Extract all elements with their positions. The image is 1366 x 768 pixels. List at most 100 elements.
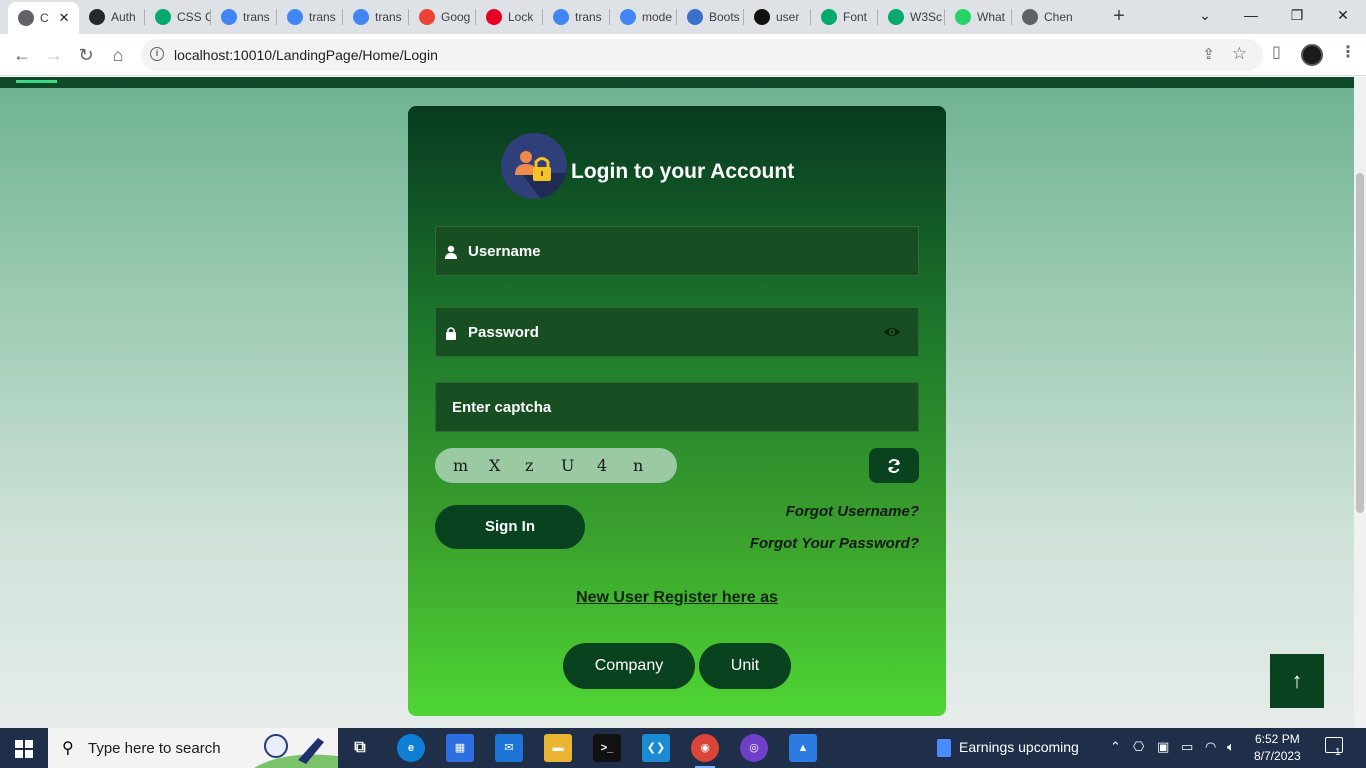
file-explorer-icon[interactable]: ▬ — [544, 734, 572, 762]
browser-tab-strip: C ✕ Auth CSS Ctrans trans trans Goog Lock trans m… — [0, 0, 1366, 34]
browser-tab[interactable]: C ✕ — [8, 2, 79, 34]
tab-title: What — [977, 10, 1006, 24]
tab-title: trans — [375, 10, 402, 24]
browser-tab[interactable]: trans — [277, 3, 343, 31]
task-view-icon[interactable]: ⧉ — [346, 734, 374, 762]
taskbar-search[interactable]: ⚲ Type here to search — [48, 728, 338, 768]
tab-title: Auth — [111, 10, 136, 24]
home-icon[interactable]: ⌂ — [106, 43, 130, 67]
scrollbar-thumb[interactable] — [1356, 173, 1364, 513]
captcha-char: n — [633, 456, 644, 475]
username-field[interactable] — [435, 226, 919, 276]
password-input[interactable] — [468, 308, 868, 356]
browser-tab[interactable]: Font — [811, 3, 878, 31]
browser-tab[interactable]: Auth — [79, 3, 145, 31]
user-icon — [445, 245, 457, 259]
news-icon — [937, 739, 951, 758]
github-desktop-icon[interactable]: ◎ — [740, 734, 768, 762]
top-nav-strip — [0, 77, 1354, 88]
browser-tab[interactable]: trans — [211, 3, 277, 31]
browser-tab[interactable]: user — [744, 3, 811, 31]
minimize-icon[interactable]: — — [1236, 4, 1266, 26]
browser-tab[interactable]: Lock — [476, 3, 543, 31]
sign-in-button[interactable]: Sign In — [435, 505, 585, 549]
restore-icon[interactable]: ❐ — [1282, 4, 1312, 26]
bookmark-star-icon[interactable]: ☆ — [1232, 44, 1247, 64]
menu-kebab-icon[interactable]: ⋮ — [1340, 42, 1356, 62]
site-info-icon[interactable]: i — [150, 47, 164, 61]
clock-date: 8/7/2023 — [1254, 749, 1301, 763]
browser-tab[interactable]: Chen — [1012, 3, 1079, 31]
browser-tab[interactable]: CSS C — [145, 3, 211, 31]
forgot-username-link[interactable]: Forgot Username? — [786, 503, 919, 520]
photos-icon[interactable]: ▲ — [789, 734, 817, 762]
captcha-char: m — [453, 456, 469, 475]
page-viewport: Login to your Account m X z U 4 n — [0, 77, 1366, 728]
taskbar-clock[interactable]: 6:52 PM 8/7/2023 — [1254, 731, 1301, 765]
volume-icon[interactable]: 🔈︎ — [1227, 739, 1235, 755]
tab-search-icon[interactable]: ⌄ — [1190, 4, 1220, 26]
taskbar-search-text[interactable]: Type here to search — [88, 740, 221, 757]
side-panel-icon[interactable]: ▯ — [1272, 42, 1281, 62]
device-icon[interactable]: ▣ — [1157, 739, 1169, 755]
w3schools-icon — [821, 9, 837, 25]
address-bar[interactable]: i localhost:10010/LandingPage/Home/Login… — [141, 39, 1263, 71]
captcha-refresh-button[interactable] — [869, 448, 919, 483]
chrome-icon[interactable]: ◉ — [691, 734, 719, 768]
tab-title: Font — [843, 10, 868, 24]
browser-tab[interactable]: trans — [543, 3, 610, 31]
terminal-icon[interactable]: >_ — [593, 734, 621, 762]
notification-count: 1 — [1335, 747, 1341, 758]
back-arrow-icon[interactable]: ← — [10, 43, 34, 67]
user-lock-icon — [501, 133, 567, 199]
forward-arrow-icon[interactable]: → — [42, 43, 66, 67]
meet-now-icon[interactable]: ⎔ — [1133, 739, 1144, 755]
register-link[interactable]: New User Register here as — [408, 589, 946, 607]
edge-icon[interactable]: e — [397, 734, 425, 762]
browser-tab[interactable]: trans — [343, 3, 409, 31]
google-lens-icon — [419, 9, 435, 25]
login-card: Login to your Account m X z U 4 n — [408, 106, 946, 716]
scroll-to-top-button[interactable]: ↑ — [1270, 654, 1324, 708]
browser-tab[interactable]: Boots — [677, 3, 744, 31]
captcha-input[interactable] — [452, 383, 852, 431]
search-icon: ⚲ — [62, 740, 74, 757]
windows-taskbar: ⚲ Type here to search ⧉ e ▦ ✉ ▬ >_ ❮❯ ◉ … — [0, 728, 1366, 768]
browser-tab[interactable]: Goog — [409, 3, 476, 31]
store-icon[interactable]: ▦ — [446, 734, 474, 762]
register-unit-button[interactable]: Unit — [699, 643, 791, 689]
browser-tab[interactable]: W3Sc — [878, 3, 945, 31]
forgot-password-link[interactable]: Forgot Your Password? — [750, 535, 919, 552]
captcha-char: X — [489, 456, 501, 475]
w3schools-icon — [888, 9, 904, 25]
new-tab-button[interactable]: + — [1108, 5, 1130, 27]
username-input[interactable] — [468, 227, 868, 275]
close-window-icon[interactable]: ✕ — [1328, 4, 1358, 26]
register-company-button[interactable]: Company — [563, 643, 695, 689]
globe-icon — [1022, 9, 1038, 25]
captcha-char: 4 — [597, 456, 608, 475]
tab-title: trans — [243, 10, 270, 24]
password-field[interactable] — [435, 307, 919, 357]
share-icon[interactable]: ⇪ — [1202, 45, 1215, 63]
tab-title: Boots — [709, 10, 740, 24]
battery-icon[interactable]: ▭ — [1181, 739, 1193, 755]
mail-icon[interactable]: ✉ — [495, 734, 523, 762]
vscode-icon[interactable]: ❮❯ — [642, 734, 670, 762]
tray-chevron-icon[interactable]: ⌃ — [1110, 739, 1121, 755]
windows-start-icon[interactable] — [15, 740, 33, 758]
eye-icon[interactable] — [884, 325, 900, 339]
url-text[interactable]: localhost:10010/LandingPage/Home/Login — [174, 47, 438, 63]
page-scrollbar[interactable] — [1354, 77, 1366, 728]
browser-toolbar: ← → ↻ ⌂ i localhost:10010/LandingPage/Ho… — [0, 34, 1366, 76]
news-widget[interactable]: Earnings upcoming — [937, 739, 1079, 758]
profile-avatar[interactable] — [1301, 44, 1323, 66]
browser-tab[interactable]: What — [945, 3, 1012, 31]
reload-icon[interactable]: ↻ — [74, 43, 98, 67]
tab-title: trans — [309, 10, 336, 24]
wifi-icon[interactable]: ◠ — [1205, 739, 1216, 755]
close-tab-icon[interactable]: ✕ — [59, 10, 70, 26]
tab-title: W3Sc — [910, 10, 943, 24]
captcha-field[interactable] — [435, 382, 919, 432]
browser-tab[interactable]: mode — [610, 3, 677, 31]
